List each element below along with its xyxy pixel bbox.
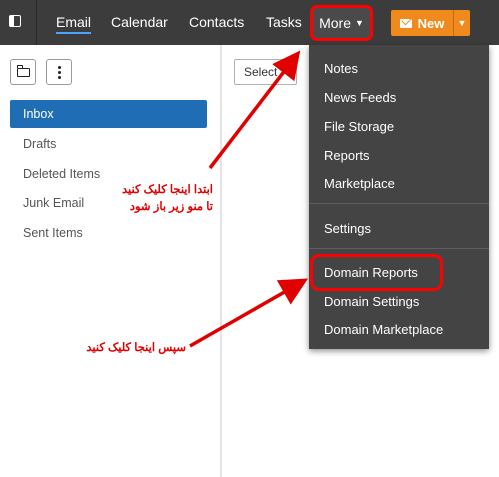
- arrow-to-domain-reports: [189, 278, 309, 348]
- annotation-arrows: [189, 50, 309, 348]
- arrow-to-more-button: [208, 50, 301, 170]
